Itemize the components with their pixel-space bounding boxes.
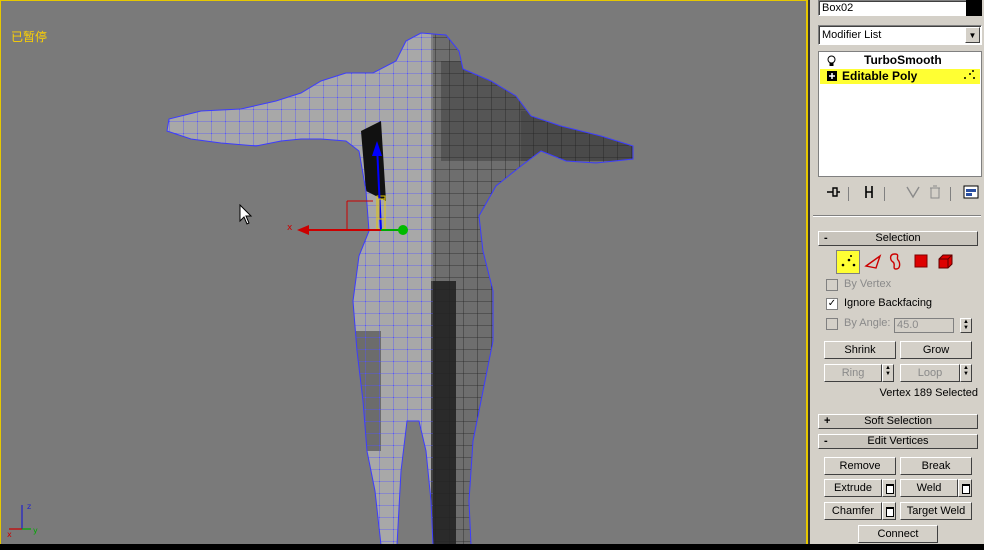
by-angle-input[interactable]: 45.0 (894, 318, 954, 333)
chevron-down-icon[interactable]: ▼ (965, 27, 980, 43)
target-weld-button[interactable]: Target Weld (900, 502, 972, 520)
weld-button[interactable]: Weld (900, 479, 958, 497)
rollout-expand-sign: + (824, 415, 831, 427)
stack-item-turbosmooth[interactable]: TurboSmooth (820, 53, 980, 68)
expand-plus-icon[interactable] (826, 71, 837, 82)
break-button[interactable]: Break (900, 457, 972, 475)
ignore-backfacing-label: Ignore Backfacing (844, 297, 933, 309)
svg-text:z: z (27, 502, 31, 511)
rollout-collapse-sign: - (824, 232, 828, 244)
border-level-icon[interactable] (884, 250, 908, 274)
toolbar-separator (848, 187, 849, 201)
rollout-title: Selection (875, 232, 921, 244)
pin-stack-icon[interactable] (824, 185, 842, 203)
loop-spinner[interactable]: ▲ ▼ (960, 364, 972, 382)
object-color-swatch[interactable] (966, 0, 982, 16)
edit-vertices-rollout-header[interactable]: - Edit Vertices (818, 434, 978, 449)
by-angle-spinner[interactable]: ▲ ▼ (960, 318, 972, 333)
show-end-result-icon[interactable] (860, 185, 878, 203)
sparkle-icon (962, 69, 976, 86)
shrink-button[interactable]: Shrink (824, 341, 896, 359)
weld-settings-icon[interactable] (958, 479, 972, 497)
toolbar-separator (950, 187, 951, 201)
edge-level-icon[interactable] (862, 250, 886, 274)
selection-status-text: Vertex 189 Selected (879, 387, 978, 399)
svg-text:x: x (7, 530, 12, 539)
polygon-level-icon[interactable] (910, 250, 934, 274)
chamfer-settings-icon[interactable] (882, 502, 896, 520)
loop-button[interactable]: Loop (900, 364, 960, 382)
chamfer-button[interactable]: Chamfer (824, 502, 882, 520)
extrude-settings-icon[interactable] (882, 479, 896, 497)
connect-button[interactable]: Connect (858, 525, 938, 543)
configure-sets-icon[interactable] (962, 185, 980, 203)
panel-divider (813, 215, 981, 217)
rollout-title: Edit Vertices (867, 435, 929, 447)
element-level-icon[interactable] (934, 250, 958, 274)
by-angle-label: By Angle: (844, 317, 891, 329)
ignore-backfacing-checkbox[interactable]: ✓ (826, 298, 838, 310)
extrude-button[interactable]: Extrude (824, 479, 882, 497)
modifier-list-label: Modifier List (822, 29, 882, 41)
ring-button[interactable]: Ring (824, 364, 882, 382)
by-vertex-label: By Vertex (844, 278, 892, 290)
object-name-field[interactable]: Box02 (818, 0, 970, 16)
stack-toolbar (818, 183, 982, 205)
stack-item-label: TurboSmooth (864, 53, 942, 67)
grow-button[interactable]: Grow (900, 341, 972, 359)
toolbar-separator (884, 187, 885, 201)
mesh-model[interactable]: x (1, 1, 808, 544)
selection-rollout-header[interactable]: - Selection (818, 231, 978, 246)
perspective-viewport[interactable]: 已暂停 x z x y (0, 0, 808, 544)
subobject-level-icons (836, 250, 956, 274)
modifier-list-dropdown[interactable]: Modifier List ▼ (818, 25, 982, 45)
rollout-title: Soft Selection (864, 415, 932, 427)
by-vertex-checkbox[interactable] (826, 279, 838, 291)
svg-text:y: y (33, 526, 38, 535)
modifier-stack[interactable]: TurboSmooth Editable Poly (818, 51, 982, 177)
remove-modifier-icon[interactable] (926, 185, 944, 203)
make-unique-icon[interactable] (904, 185, 922, 203)
lightbulb-icon[interactable] (826, 55, 837, 66)
rollout-collapse-sign: - (824, 435, 828, 447)
soft-selection-rollout-header[interactable]: + Soft Selection (818, 414, 978, 429)
remove-button[interactable]: Remove (824, 457, 896, 475)
by-angle-checkbox[interactable] (826, 318, 838, 330)
stack-item-editable-poly[interactable]: Editable Poly (820, 69, 980, 84)
command-panel: Box02 Modifier List ▼ TurboSmooth Editab… (810, 0, 984, 544)
ring-spinner[interactable]: ▲ ▼ (882, 364, 894, 382)
vertex-level-icon[interactable] (836, 250, 860, 274)
svg-text:x: x (287, 223, 293, 233)
axis-triad-icon: z x y (7, 502, 38, 539)
status-strip (0, 544, 984, 550)
stack-item-label: Editable Poly (842, 69, 918, 83)
mouse-cursor-icon (239, 204, 253, 225)
